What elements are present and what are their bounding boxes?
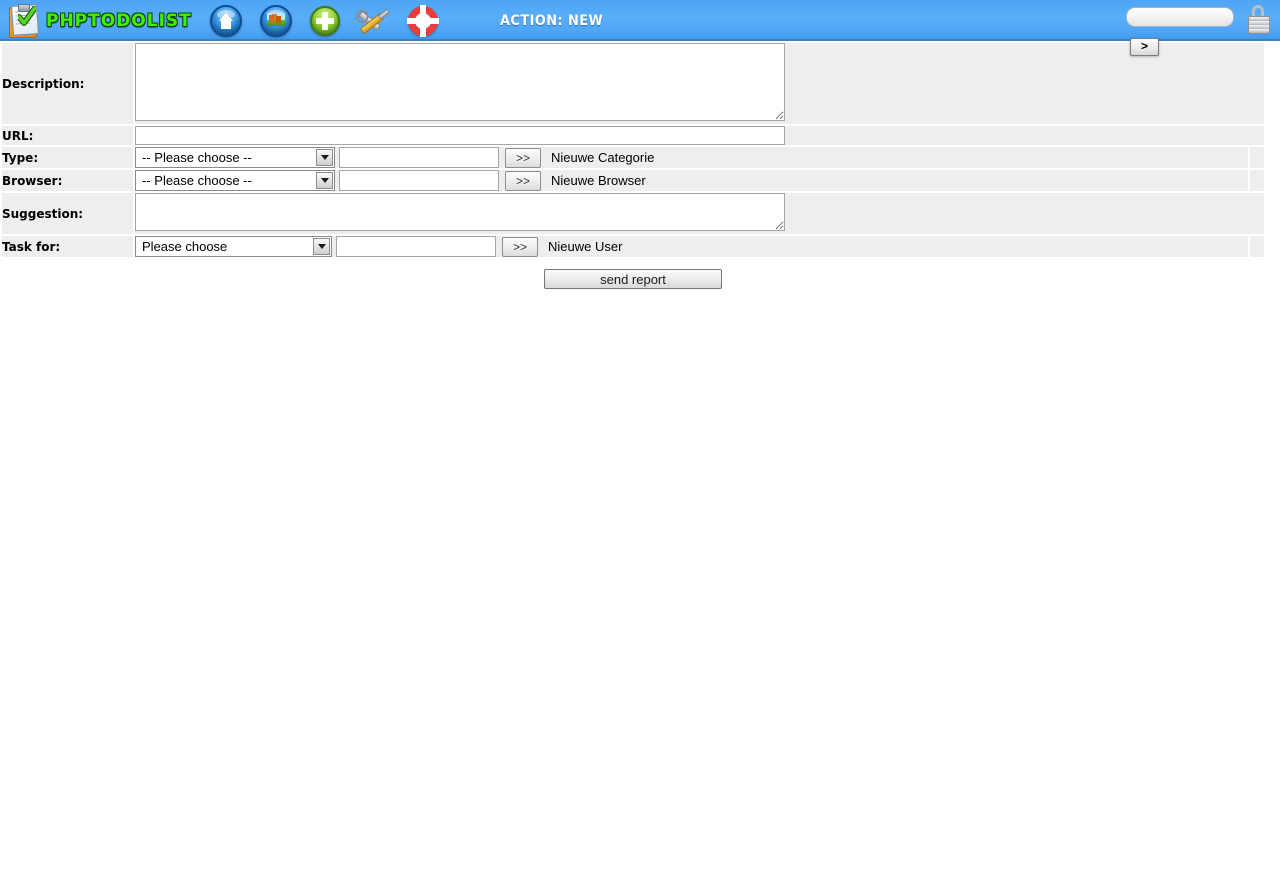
- table-row-browser: Browser: -- Please choose -- >> Nieuwe B…: [2, 170, 1264, 191]
- label-task-for: Task for:: [2, 236, 133, 257]
- chevron-down-icon: [316, 149, 333, 166]
- app-logo[interactable]: PHPTODOLIST: [6, 2, 192, 40]
- tools-icon[interactable]: [357, 6, 390, 36]
- type-select-value: -- Please choose --: [142, 150, 252, 165]
- table-row-task-for: Task for: Please choose >> Nieuwe User: [2, 236, 1264, 257]
- users-group-icon[interactable]: [260, 5, 292, 37]
- new-user-note: Nieuwe User: [548, 239, 623, 254]
- label-type: Type:: [2, 147, 133, 168]
- lifebuoy-icon[interactable]: [407, 5, 439, 37]
- send-report-button[interactable]: send report: [544, 269, 722, 289]
- new-user-input[interactable]: [336, 236, 496, 257]
- cell-task-for-spacer: [1250, 236, 1264, 257]
- cell-type-spacer: [1250, 147, 1264, 168]
- submit-row: send report: [0, 259, 1266, 289]
- app-logo-text: PHPTODOLIST: [46, 11, 192, 31]
- url-input[interactable]: [135, 126, 785, 145]
- description-textarea[interactable]: [135, 43, 785, 121]
- page-title: ACTION: NEW: [500, 13, 604, 29]
- table-row-description: Description:: [2, 43, 1264, 124]
- new-task-form-table: Description: URL: Type: -- Please choose…: [0, 41, 1266, 259]
- table-row-url: URL:: [2, 126, 1264, 145]
- cell-suggestion: [135, 193, 1264, 234]
- chevron-down-icon: [316, 172, 333, 189]
- task-for-select[interactable]: Please choose: [135, 236, 332, 257]
- add-user-button[interactable]: >>: [502, 236, 538, 257]
- new-browser-note: Nieuwe Browser: [551, 173, 646, 188]
- browser-select[interactable]: -- Please choose --: [135, 170, 335, 191]
- cell-url: [135, 126, 1264, 145]
- new-category-note: Nieuwe Categorie: [551, 150, 655, 165]
- header-nav: [210, 4, 439, 38]
- suggestion-textarea[interactable]: [135, 193, 785, 231]
- home-icon[interactable]: [210, 5, 242, 37]
- type-select[interactable]: -- Please choose --: [135, 147, 335, 168]
- task-for-select-value: Please choose: [142, 239, 228, 254]
- label-suggestion: Suggestion:: [2, 193, 133, 234]
- cell-browser: -- Please choose -- >> Nieuwe Browser: [135, 170, 1248, 191]
- cell-task-for: Please choose >> Nieuwe User: [135, 236, 1248, 257]
- clipboard-check-icon: [6, 4, 40, 38]
- padlock-icon[interactable]: [1248, 5, 1270, 34]
- add-browser-button[interactable]: >>: [505, 170, 541, 191]
- cell-description: [135, 43, 1264, 124]
- label-browser: Browser:: [2, 170, 133, 191]
- label-url: URL:: [2, 126, 133, 145]
- add-category-button[interactable]: >>: [505, 147, 541, 168]
- browser-select-value: -- Please choose --: [142, 173, 252, 188]
- label-description: Description:: [2, 43, 133, 124]
- app-header: PHPTODOLIST ACTION: NEW: [0, 0, 1280, 43]
- table-row-type: Type: -- Please choose -- >> Nieuwe Cate…: [2, 147, 1264, 168]
- chevron-down-icon: [313, 238, 330, 255]
- table-row-suggestion: Suggestion:: [2, 193, 1264, 234]
- cell-browser-spacer: [1250, 170, 1264, 191]
- cell-type: -- Please choose -- >> Nieuwe Categorie: [135, 147, 1248, 168]
- form-area: Description: URL: Type: -- Please choose…: [0, 41, 1280, 289]
- plus-circle-icon[interactable]: [310, 6, 340, 36]
- new-category-input[interactable]: [339, 147, 499, 168]
- new-browser-input[interactable]: [339, 170, 499, 191]
- search-input[interactable]: [1126, 7, 1234, 27]
- submit-search-button[interactable]: >: [1130, 38, 1159, 56]
